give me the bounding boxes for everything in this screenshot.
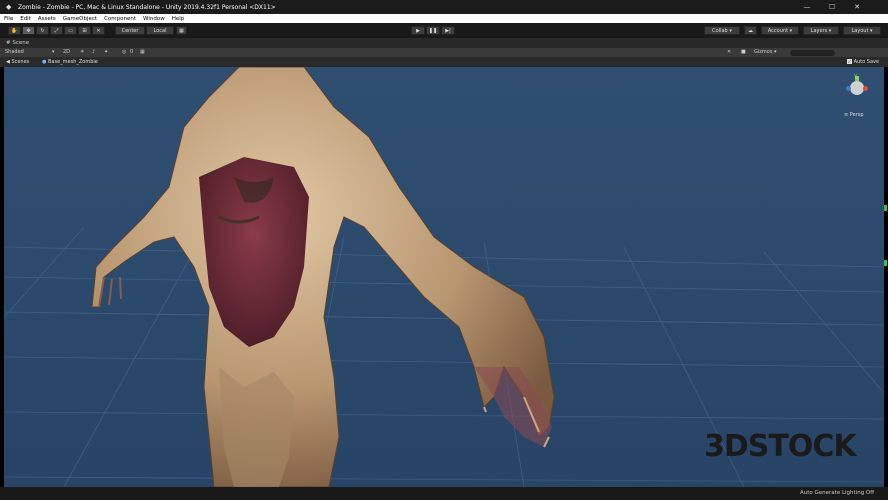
draw-mode-caret-icon: ▾: [52, 49, 55, 55]
menu-assets[interactable]: Assets: [38, 16, 56, 22]
prefab-breadcrumb[interactable]: ● Base_mesh_Zombie: [42, 57, 98, 67]
space-label: Local: [153, 28, 167, 34]
move-tool-icon[interactable]: ✥: [22, 26, 35, 35]
main-toolbar: ✋ ✥ ↻ ⤢ ▭ ⊞ ✕ Center Local ▦ ▶ ❚❚ ▶| Col…: [0, 23, 888, 38]
lighting-icon[interactable]: ☀: [80, 48, 84, 57]
gizmos-dropdown[interactable]: Gizmos ▾: [754, 48, 777, 57]
grid-icon[interactable]: ▦: [140, 48, 145, 57]
account-dropdown[interactable]: Account ▾: [761, 26, 799, 35]
effects-icon[interactable]: ✦: [104, 48, 108, 57]
menu-gameobject[interactable]: GameObject: [63, 16, 97, 22]
lighting-status: Auto Generate Lighting Off: [800, 490, 875, 496]
projection-label[interactable]: ≡ Persp: [844, 112, 864, 118]
account-label: Account: [767, 28, 789, 34]
layers-label: Layers: [810, 28, 828, 34]
scale-tool-icon[interactable]: ⤢: [50, 26, 63, 35]
mode-2d-label: 2D: [63, 49, 71, 55]
orientation-gizmo[interactable]: y ≡ Persp: [842, 73, 872, 123]
tools-icon[interactable]: ✕: [727, 48, 731, 57]
play-button[interactable]: ▶: [411, 26, 425, 35]
menu-help[interactable]: Help: [172, 16, 185, 22]
scene-panel-tab[interactable]: # Scene: [0, 38, 888, 48]
pivot-center-button[interactable]: Center: [115, 26, 145, 35]
auto-save-checkbox[interactable]: ✓: [847, 59, 852, 64]
rect-tool-icon[interactable]: ▭: [64, 26, 77, 35]
scene-render: [4, 67, 884, 487]
layers-dropdown[interactable]: Layers ▾: [803, 26, 839, 35]
watermark-logo: 3DSTOCK: [704, 429, 857, 464]
auto-save-label: Auto Save: [853, 59, 880, 65]
prefab-name: Base_mesh_Zombie: [47, 59, 98, 65]
scene-tab-icon: #: [6, 40, 11, 46]
mode-2d-toggle[interactable]: 2D: [63, 48, 70, 57]
close-icon[interactable]: ✕: [845, 0, 869, 14]
menu-window[interactable]: Window: [143, 16, 165, 22]
hidden-count: 0: [130, 49, 134, 55]
gizmo-y-axis-icon: [855, 76, 859, 81]
scene-viewport[interactable]: y ≡ Persp 3DSTOCK: [4, 67, 884, 487]
projection-text: Persp: [849, 112, 864, 118]
layout-dropdown[interactable]: Layout ▾: [843, 26, 881, 35]
unity-logo-icon: ◆: [6, 3, 12, 11]
status-bar: Auto Generate Lighting Off: [0, 487, 888, 500]
scene-toolbar: Shaded ▾ 2D ☀ ♪ ✦ ◎ 0 ▦ ✕ ■ Gizmos ▾: [0, 48, 888, 57]
transform-tool-icon[interactable]: ⊞: [78, 26, 91, 35]
layout-label: Layout: [851, 28, 869, 34]
collab-label: Collab: [712, 28, 728, 34]
gizmo-x-axis-icon: [863, 86, 868, 91]
camera-icon[interactable]: ■: [741, 48, 746, 57]
edge-marker: [884, 205, 887, 211]
window-titlebar: ◆ Zombie - Zombie - PC, Mac & Linux Stan…: [0, 0, 888, 14]
minimize-icon[interactable]: —: [795, 0, 819, 14]
space-local-button[interactable]: Local: [146, 26, 174, 35]
pause-button[interactable]: ❚❚: [426, 26, 440, 35]
draw-mode-dropdown[interactable]: Shaded: [5, 48, 24, 57]
scene-tab-label: Scene: [12, 40, 30, 46]
edge-marker: [884, 260, 887, 266]
scenes-breadcrumb[interactable]: ◀ Scenes: [6, 57, 29, 67]
collab-button[interactable]: Collab ▾: [704, 26, 740, 35]
pivot-label: Center: [121, 28, 139, 34]
menu-component[interactable]: Component: [104, 16, 136, 22]
rotate-tool-icon[interactable]: ↻: [36, 26, 49, 35]
hand-tool-icon[interactable]: ✋: [8, 26, 21, 35]
menu-bar: File Edit Assets GameObject Component Wi…: [0, 14, 888, 23]
scenes-label: Scenes: [11, 59, 30, 65]
audio-icon[interactable]: ♪: [92, 48, 95, 57]
custom-tool-icon[interactable]: ✕: [92, 26, 105, 35]
step-button[interactable]: ▶|: [441, 26, 455, 35]
menu-file[interactable]: File: [4, 16, 13, 22]
window-title: Zombie - Zombie - PC, Mac & Linux Standa…: [18, 3, 276, 11]
snap-icon[interactable]: ▦: [176, 26, 187, 35]
maximize-icon[interactable]: ☐: [820, 0, 844, 14]
cloud-icon[interactable]: ☁: [744, 26, 757, 35]
gizmo-sphere-icon: [850, 81, 864, 95]
prefab-icon: ●: [42, 59, 47, 65]
gizmos-label: Gizmos: [754, 49, 773, 55]
hidden-objects-icon[interactable]: ◎: [122, 48, 126, 57]
scene-breadcrumb: ◀ Scenes ● Base_mesh_Zombie ✓ Auto Save: [0, 57, 888, 67]
menu-edit[interactable]: Edit: [20, 16, 31, 22]
search-field[interactable]: [790, 49, 835, 56]
auto-save-toggle[interactable]: ✓ Auto Save: [847, 57, 879, 67]
draw-mode-label: Shaded: [5, 49, 24, 55]
gizmo-z-axis-icon: [846, 86, 851, 91]
